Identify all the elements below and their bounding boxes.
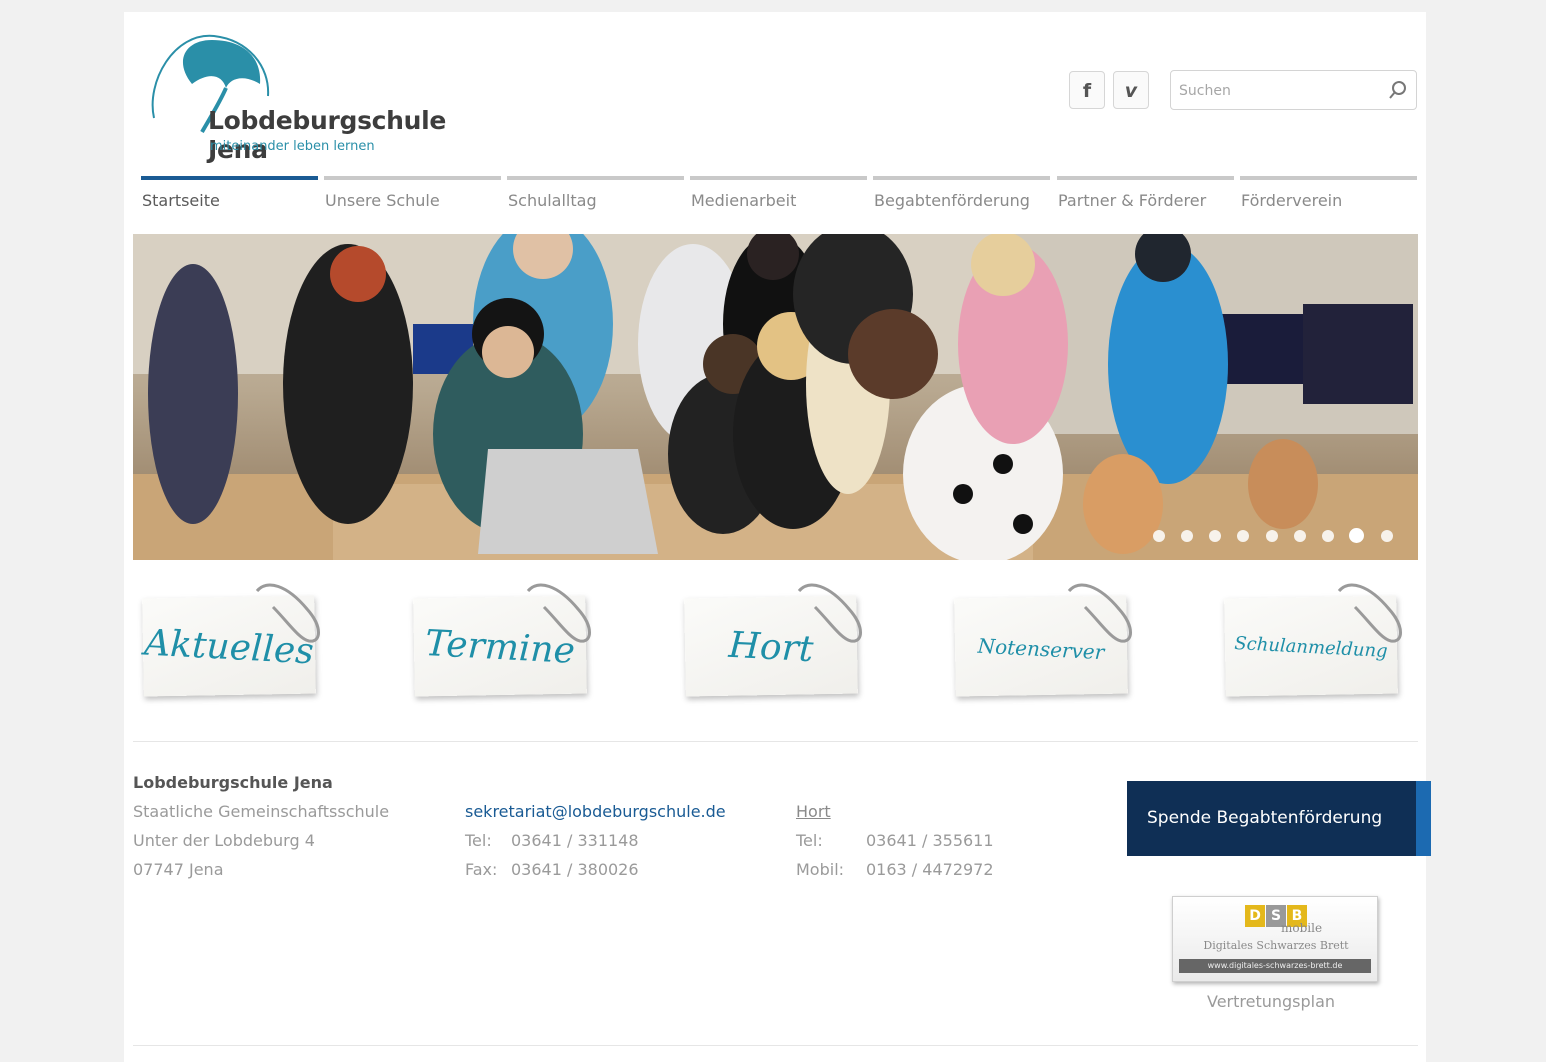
slider-dot[interactable] (1153, 530, 1165, 542)
dsb-banner[interactable]: D S B mobile Digitales Schwarzes Brett w… (1172, 896, 1378, 982)
nav-item-label: Startseite (142, 191, 220, 210)
footer-address: Lobdeburgschule Jena Staatliche Gemeinsc… (133, 768, 389, 884)
tel-label: Tel: (465, 831, 492, 850)
slider-dot[interactable] (1237, 530, 1249, 542)
facebook-icon[interactable]: f (1069, 71, 1105, 109)
slider-dot[interactable] (1381, 530, 1393, 542)
tel-value: 03641 / 331148 (511, 831, 639, 850)
nav-item-label: Medienarbeit (691, 191, 797, 210)
slider-dot[interactable] (1322, 530, 1334, 542)
nav-item-partner-foerderer[interactable]: Partner & Förderer (1057, 176, 1234, 216)
nav-item-label: Partner & Förderer (1058, 191, 1207, 210)
nav-item-label: Unsere Schule (325, 191, 440, 210)
slider-dot[interactable] (1266, 530, 1278, 542)
card-aktuelles[interactable]: Aktuelles (135, 583, 335, 707)
card-hort[interactable]: Hort (677, 583, 877, 707)
hort-tel-label: Tel: (796, 831, 823, 850)
card-termine[interactable]: Termine (406, 583, 606, 707)
hero-slider[interactable] (133, 234, 1418, 560)
slider-dot[interactable] (1209, 530, 1221, 542)
divider (133, 741, 1418, 742)
nav-item-label: Begabtenförderung (874, 191, 1030, 210)
search-input[interactable] (1177, 79, 1381, 103)
logo-title: Lobdeburgschule Jena (208, 106, 447, 164)
nav-item-startseite[interactable]: Startseite (141, 176, 318, 216)
slider-dot-active[interactable] (1349, 528, 1364, 543)
nav-item-label: Schulalltag (508, 191, 597, 210)
footer-street: Unter der Lobdeburg 4 (133, 831, 315, 850)
facebook-glyph: f (1082, 80, 1092, 102)
vimeo-glyph: v (1124, 80, 1138, 102)
nav-item-medienarbeit[interactable]: Medienarbeit (690, 176, 867, 216)
vertretungsplan-link[interactable]: Vertretungsplan (1207, 992, 1335, 1011)
footer-hort: Hort Tel: 03641 / 355611 Mobil: 0163 / 447… (796, 797, 994, 884)
nav-item-begabtenfoerderung[interactable]: Begabtenförderung (873, 176, 1050, 216)
fax-value: 03641 / 380026 (511, 860, 639, 879)
nav-item-schulalltag[interactable]: Schulalltag (507, 176, 684, 216)
dsb-mobile: mobile (1281, 921, 1323, 935)
footer-school-name: Lobdeburgschule Jena (133, 773, 333, 792)
card-schulanmeldung[interactable]: Schulanmeldung (1217, 583, 1417, 707)
page: Lobdeburgschule Jena miteinander leben l… (124, 12, 1431, 1062)
donate-button[interactable]: Spende Begabtenförderung (1127, 781, 1431, 856)
nav-item-label: Förderverein (1241, 191, 1343, 210)
fax-label: Fax: (465, 860, 498, 879)
email-link[interactable]: sekretariat@lobdeburgschule.de (465, 802, 726, 821)
hort-mobil-label: Mobil: (796, 860, 845, 879)
card-notenserver[interactable]: Notenserver (947, 583, 1147, 707)
main-nav: Startseite Unsere Schule Schulalltag Med… (141, 176, 1418, 216)
dsb-letter: D (1245, 905, 1265, 927)
search-box (1170, 70, 1417, 110)
hero-photo (133, 234, 1418, 560)
footer-school-type: Staatliche Gemeinschaftsschule (133, 802, 390, 821)
logo-subtitle: miteinander leben lernen (210, 139, 375, 154)
hort-tel-value: 03641 / 355611 (866, 831, 994, 850)
dsb-url: www.digitales-schwarzes-brett.de (1179, 959, 1371, 973)
hort-link[interactable]: Hort (796, 802, 831, 821)
nav-item-foerderverein[interactable]: Förderverein (1240, 176, 1417, 216)
footer-city: 07747 Jena (133, 860, 224, 879)
footer-contact: sekretariat@lobdeburgschule.de Tel: 03641… (465, 797, 726, 884)
school-logo[interactable]: Lobdeburgschule Jena miteinander leben l… (144, 22, 504, 164)
slider-dot[interactable] (1181, 530, 1193, 542)
vimeo-icon[interactable]: v (1113, 71, 1149, 109)
hort-mobil-value: 0163 / 4472972 (866, 860, 994, 879)
search-icon[interactable] (1388, 80, 1408, 100)
divider (133, 1045, 1418, 1046)
dsb-title: Digitales Schwarzes Brett (1203, 939, 1349, 952)
slider-dot[interactable] (1294, 530, 1306, 542)
nav-item-unsere-schule[interactable]: Unsere Schule (324, 176, 501, 216)
